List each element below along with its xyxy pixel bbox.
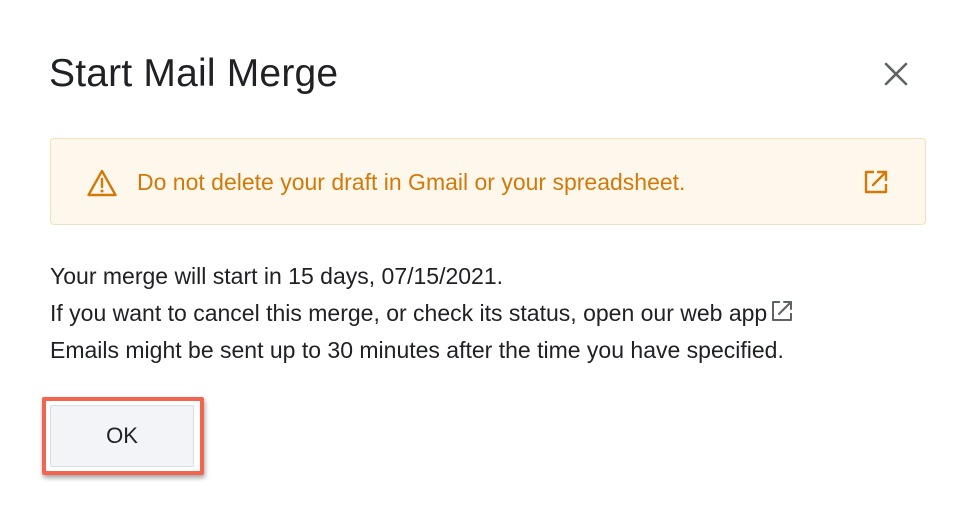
web-app-text-line: If you want to cancel this merge, or che… xyxy=(50,295,795,332)
send-delay-text: Emails might be sent up to 30 minutes af… xyxy=(50,337,784,363)
warning-banner: Do not delete your draft in Gmail or you… xyxy=(50,138,926,225)
merge-start-text: Your merge will start in 15 days, 07/15/… xyxy=(50,263,504,289)
mail-merge-dialog: Start Mail Merge Do not delete your draf… xyxy=(0,0,972,516)
ok-button[interactable]: OK xyxy=(50,405,194,467)
close-button[interactable] xyxy=(878,56,914,92)
warning-triangle-icon xyxy=(87,169,117,197)
open-in-new-icon xyxy=(864,170,888,194)
warning-text: Do not delete your draft in Gmail or you… xyxy=(137,169,686,195)
web-app-link[interactable] xyxy=(769,298,795,324)
dialog-title: Start Mail Merge xyxy=(49,52,339,95)
dialog-body: Your merge will start in 15 days, 07/15/… xyxy=(50,258,795,369)
warning-open-link[interactable] xyxy=(861,167,891,197)
web-app-text: If you want to cancel this merge, or che… xyxy=(50,300,768,326)
close-icon xyxy=(884,62,908,86)
open-in-new-icon xyxy=(772,301,793,321)
